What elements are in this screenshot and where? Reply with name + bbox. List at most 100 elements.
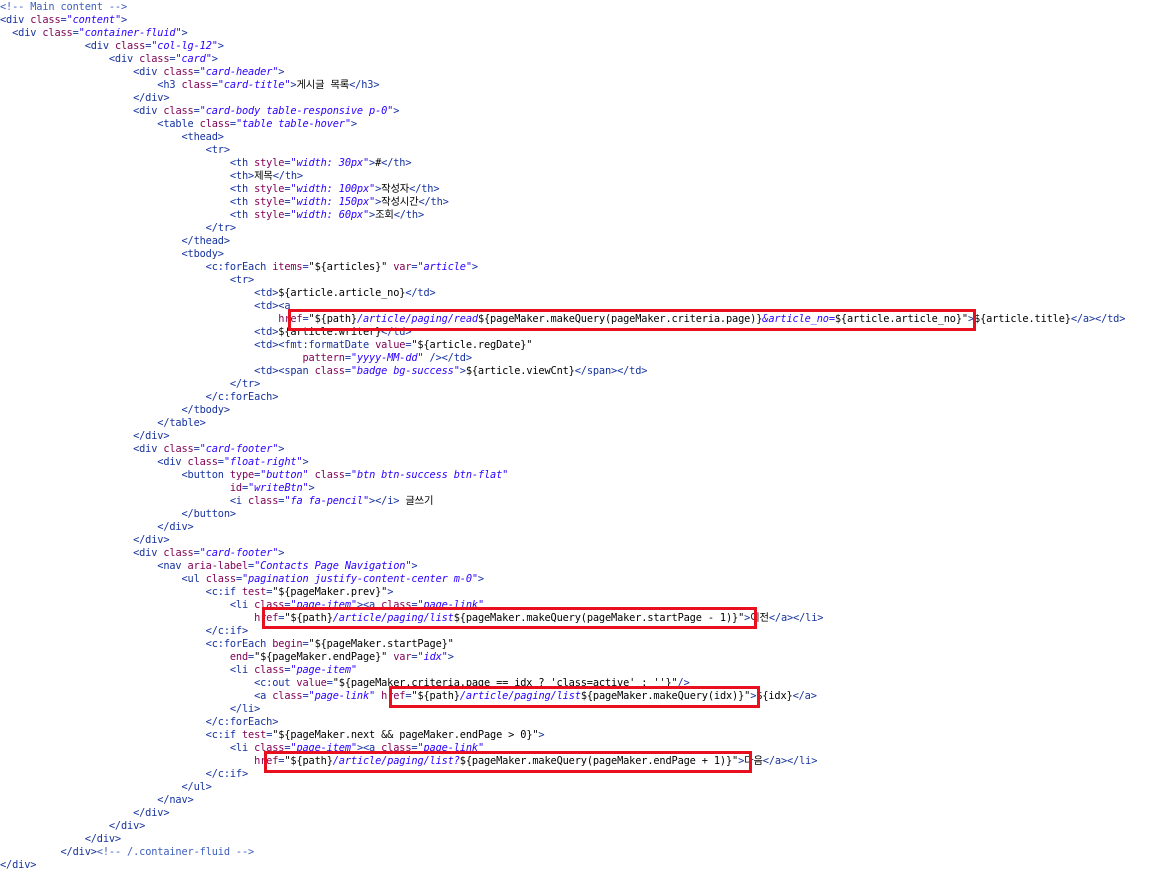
code-token: "${path}: [284, 755, 333, 767]
code-line: <td><a: [0, 300, 290, 313]
code-token: </tbody>: [0, 404, 230, 416]
code-line: <th>제목</th>: [0, 170, 303, 183]
code-token: </div>: [0, 521, 194, 533]
code-token: "page-link": [308, 690, 376, 702]
code-line: <div class="float-right">: [0, 456, 308, 469]
code-line: <c:forEach items="${articles}" var="arti…: [0, 261, 478, 274]
code-token: "button": [260, 469, 309, 481]
code-line: <td><fmt:formatDate value="${article.reg…: [0, 339, 532, 352]
code-line: href="${path}/article/paging/list?${page…: [0, 755, 817, 768]
code-token: </div>: [0, 534, 170, 546]
code-token: href: [254, 612, 279, 624]
code-token: </button>: [0, 508, 236, 520]
code-line: </tbody>: [0, 404, 230, 417]
code-line: <th style="width: 60px">조회</th>: [0, 209, 424, 222]
code-token: >: [278, 66, 285, 78]
code-token: <div: [0, 456, 188, 468]
code-line: <li class="page-item"><a class="page-lin…: [0, 599, 484, 612]
code-token: ${pageMaker.makeQuery(pageMaker.criteria…: [477, 313, 763, 325]
code-token: </div>: [0, 820, 146, 832]
code-token: 제목: [254, 170, 273, 182]
code-token: <c:forEach: [0, 638, 273, 650]
code-token: value: [296, 677, 327, 689]
code-token: "${pageMaker.endPage}": [254, 651, 388, 663]
code-token: class: [381, 742, 412, 754]
code-line: </button>: [0, 508, 236, 521]
code-token: "${path}: [284, 612, 333, 624]
code-token: var: [393, 261, 412, 273]
code-token: class: [163, 443, 194, 455]
code-token: </th>: [393, 209, 424, 221]
code-line: </tr>: [0, 222, 236, 235]
code-token: /></td>: [423, 352, 473, 364]
code-token: </th>: [272, 170, 303, 182]
code-line: <li class="page-item"><a class="page-lin…: [0, 742, 484, 755]
code-token: style: [254, 157, 285, 169]
code-line: <c:if test="${pageMaker.prev}">: [0, 586, 394, 599]
code-token: <td>: [0, 287, 279, 299]
code-token: "width: 60px": [290, 209, 370, 221]
code-token: class: [163, 547, 194, 559]
code-token: "card-footer": [199, 547, 279, 559]
code-token: <c:if: [0, 586, 242, 598]
code-token: </td>: [381, 326, 412, 338]
code-token: <ul: [0, 573, 206, 585]
code-token: class: [42, 27, 73, 39]
code-token: "width: 150px": [290, 196, 376, 208]
code-line: <!-- Main content -->: [0, 1, 127, 14]
code-token: "yyyy-MM-dd": [350, 352, 424, 364]
code-token: </tr>: [0, 222, 236, 234]
code-line: </div>: [0, 820, 145, 833]
code-token: "container-fluid": [78, 27, 182, 39]
code-token: test: [241, 729, 267, 741]
code-line: </div><!-- /.container-fluid -->: [0, 846, 254, 859]
code-token: /article/paging/read: [356, 313, 478, 325]
code-token: /article/paging/list: [459, 690, 581, 702]
code-token: "${article.regDate}": [411, 339, 533, 351]
code-token: <table: [0, 118, 200, 130]
code-token: class: [139, 53, 170, 65]
code-token: "table table-hover": [235, 118, 351, 130]
code-token: "col-lg-12": [151, 40, 218, 52]
code-line: <nav aria-label="Contacts Page Navigatio…: [0, 560, 417, 573]
code-line: </nav>: [0, 794, 193, 807]
code-token: </div>: [0, 833, 121, 845]
code-line: <div class="card-footer">: [0, 443, 284, 456]
code-token: class: [314, 469, 345, 481]
code-line: </c:if>: [0, 768, 249, 781]
code-line: href="${path}/article/paging/list${pageM…: [0, 612, 823, 625]
code-line: <tbody>: [0, 248, 224, 261]
code-line: </c:forEach>: [0, 391, 279, 404]
code-line: </div>: [0, 534, 169, 547]
code-editor[interactable]: <!-- Main content --> <div class="content…: [0, 0, 1158, 875]
code-token: "${articles}": [308, 261, 388, 273]
code-token: </c:if>: [0, 768, 249, 780]
code-line: <button type="button" class="btn btn-suc…: [0, 469, 508, 482]
code-token: >: [471, 261, 478, 273]
code-token: </a></li>: [762, 755, 818, 767]
code-token: >: [278, 443, 285, 455]
code-token: >: [447, 651, 454, 663]
code-line: </tr>: [0, 378, 260, 391]
code-line: <tr>: [0, 274, 254, 287]
code-line: </div>: [0, 92, 169, 105]
code-line: </thead>: [0, 235, 230, 248]
code-line: <i class="fa fa-pencil"></i> 글쓰기: [0, 495, 434, 508]
code-token: <li: [0, 599, 255, 611]
code-line: <td><span class="badge bg-success">${art…: [0, 365, 647, 378]
code-line: <div class="container-fluid">: [0, 27, 188, 40]
code-token: class: [30, 14, 61, 26]
code-token: 조회: [375, 209, 394, 221]
code-token: class: [272, 690, 303, 702]
code-line: </li>: [0, 703, 260, 716]
code-token: </a></td>: [1070, 313, 1126, 325]
code-token: <th: [0, 157, 255, 169]
code-token: >: [121, 14, 128, 26]
code-token: >: [477, 573, 484, 585]
code-token: </h3>: [349, 79, 380, 91]
code-token: "width: 100px": [290, 183, 376, 195]
